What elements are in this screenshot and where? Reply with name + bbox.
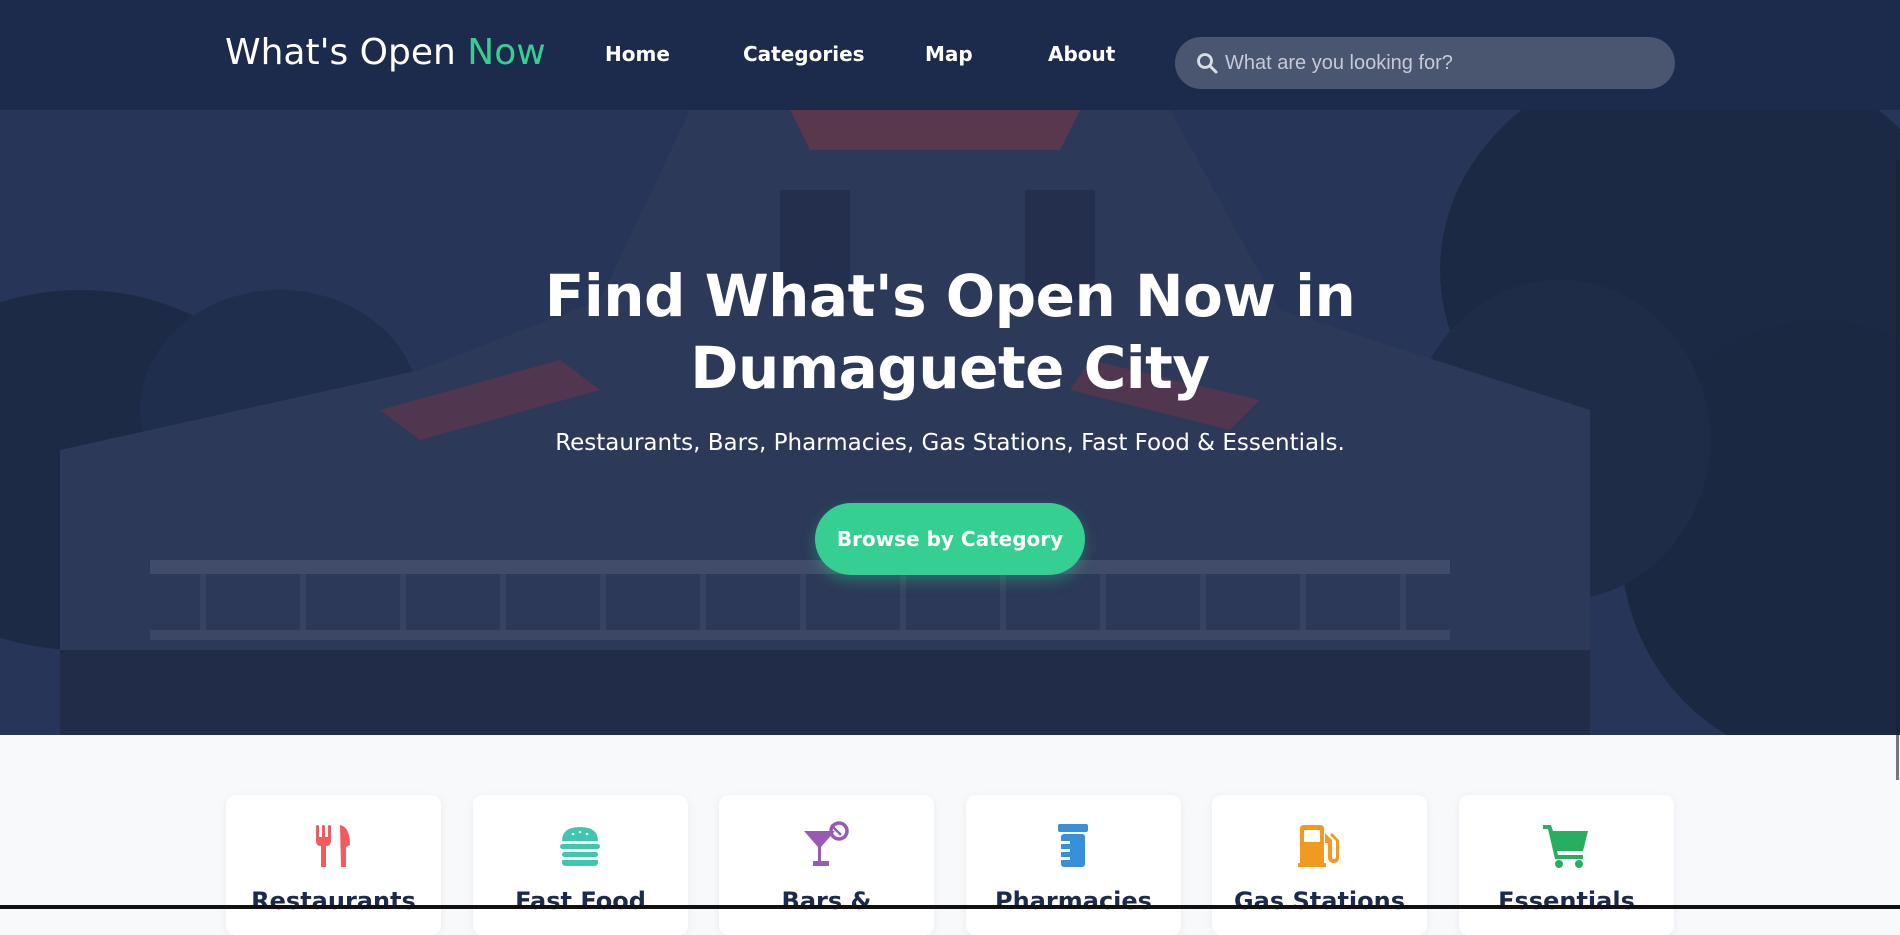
category-label: Essentials <box>1498 887 1635 915</box>
hero-title-line1: Find What's Open Now in <box>544 262 1356 330</box>
scrollbar-edge <box>1896 160 1899 780</box>
search-bar[interactable] <box>1175 37 1675 89</box>
search-icon <box>1197 53 1218 74</box>
category-label: Restaurants <box>251 887 416 915</box>
nav-categories[interactable]: Categories <box>743 42 865 66</box>
category-cards-section: Restaurants Fast Food Bars & Pharmacies … <box>0 735 1900 935</box>
hero-subtitle: Restaurants, Bars, Pharmacies, Gas Stati… <box>555 430 1345 456</box>
category-card-bars[interactable]: Bars & <box>719 795 934 935</box>
hero-title: Find What's Open Now in Dumaguete City <box>450 260 1450 404</box>
category-card-restaurants[interactable]: Restaurants <box>226 795 441 935</box>
category-label: Pharmacies <box>995 887 1152 915</box>
hero-title-line2: Dumaguete City <box>690 334 1210 402</box>
burger-icon <box>560 827 600 866</box>
category-card-essentials[interactable]: Essentials <box>1459 795 1674 935</box>
site-header: What's Open Now Home Categories Map Abou… <box>0 0 1900 110</box>
hero-overlay <box>0 110 1900 735</box>
category-card-pharmacies[interactable]: Pharmacies <box>966 795 1181 935</box>
category-card-fast-food[interactable]: Fast Food <box>473 795 688 935</box>
category-label: Gas Stations <box>1233 887 1406 915</box>
shopping-cart-icon <box>1543 825 1588 868</box>
logo-main-text: What's Open <box>225 32 456 73</box>
cocktail-icon <box>804 821 849 866</box>
logo-accent-text: Now <box>467 32 546 73</box>
prescription-bottle-icon <box>1058 824 1088 867</box>
hero-section: Find What's Open Now in Dumaguete City R… <box>0 110 1900 735</box>
nav-map[interactable]: Map <box>925 42 973 66</box>
search-input[interactable] <box>1225 37 1665 89</box>
category-label: Bars & <box>781 887 872 915</box>
utensils-icon <box>316 825 350 867</box>
gas-pump-icon <box>1298 825 1339 867</box>
nav-home[interactable]: Home <box>605 42 670 66</box>
category-card-gas-stations[interactable]: Gas Stations <box>1212 795 1427 935</box>
nav-about[interactable]: About <box>1048 42 1115 66</box>
bottom-border <box>0 905 1900 909</box>
category-label: Fast Food <box>515 887 646 915</box>
browse-by-category-button[interactable]: Browse by Category <box>815 503 1085 575</box>
site-logo[interactable]: What's Open Now <box>225 32 546 73</box>
